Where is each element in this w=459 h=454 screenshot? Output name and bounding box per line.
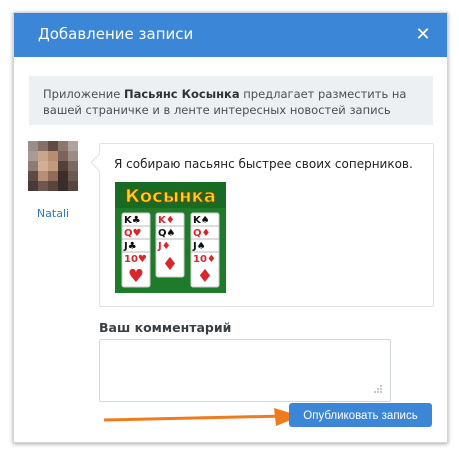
close-icon[interactable]: ✕: [413, 25, 433, 45]
dialog-header: Добавление записи ✕: [14, 13, 447, 57]
comment-label: Ваш комментарий: [99, 320, 232, 335]
card-label: Q♥: [124, 228, 142, 239]
notice-app-name: Пасьянс Косынка: [123, 87, 240, 101]
card-label: 10♥: [124, 254, 147, 265]
card-label: K♦: [158, 215, 175, 226]
pointer-arrow-icon: [104, 408, 300, 426]
comment-input[interactable]: [99, 339, 391, 402]
card-suit: ♦: [197, 266, 213, 287]
card-label: 10♦: [193, 254, 216, 265]
avatar[interactable]: [28, 141, 78, 191]
card-column-2: K♦ Q♠ J♦ ♦: [155, 212, 185, 278]
author-name[interactable]: Natali: [28, 207, 78, 220]
post-bubble-arrow: [90, 153, 109, 172]
notice-text: Приложение Пасьянс Косынка предлагает ра…: [43, 86, 423, 118]
publish-button[interactable]: Опубликовать запись: [289, 403, 432, 427]
card-label: J♠: [192, 241, 206, 252]
app-image: Косынка K♣ Q♥ J♣ 10♥ ♥ K♦ Q♠ J♦ ♦ K♠ Q♦ …: [115, 182, 226, 293]
card-label: K♠: [193, 215, 210, 226]
card-column-1: K♣ Q♥ J♣ 10♥ ♥: [121, 212, 151, 288]
post-preview: Я собираю пасьянс быстрее своих соперник…: [90, 143, 434, 307]
resize-grip-icon[interactable]: [373, 384, 383, 394]
app-notice: Приложение Пасьянс Косынка предлагает ра…: [29, 76, 433, 125]
app-image-title: Косынка: [125, 186, 216, 207]
card-label: Q♦: [193, 228, 210, 239]
add-post-dialog: Добавление записи ✕ Приложение Пасьянс К…: [13, 12, 448, 443]
avatar-image: [28, 141, 78, 191]
card-suit: ♥: [128, 266, 144, 287]
card-label: Q♠: [158, 228, 175, 239]
card-column-3: K♠ Q♦ J♠ 10♦ ♦: [190, 212, 220, 288]
notice-prefix: Приложение: [43, 87, 124, 101]
card-suit: ♦: [162, 254, 178, 275]
post-text: Я собираю пасьянс быстрее своих соперник…: [114, 157, 413, 171]
dialog-title: Добавление записи: [38, 25, 194, 43]
card-label: K♣: [124, 215, 141, 226]
card-label: J♣: [123, 241, 137, 252]
card-label: J♦: [157, 241, 171, 252]
